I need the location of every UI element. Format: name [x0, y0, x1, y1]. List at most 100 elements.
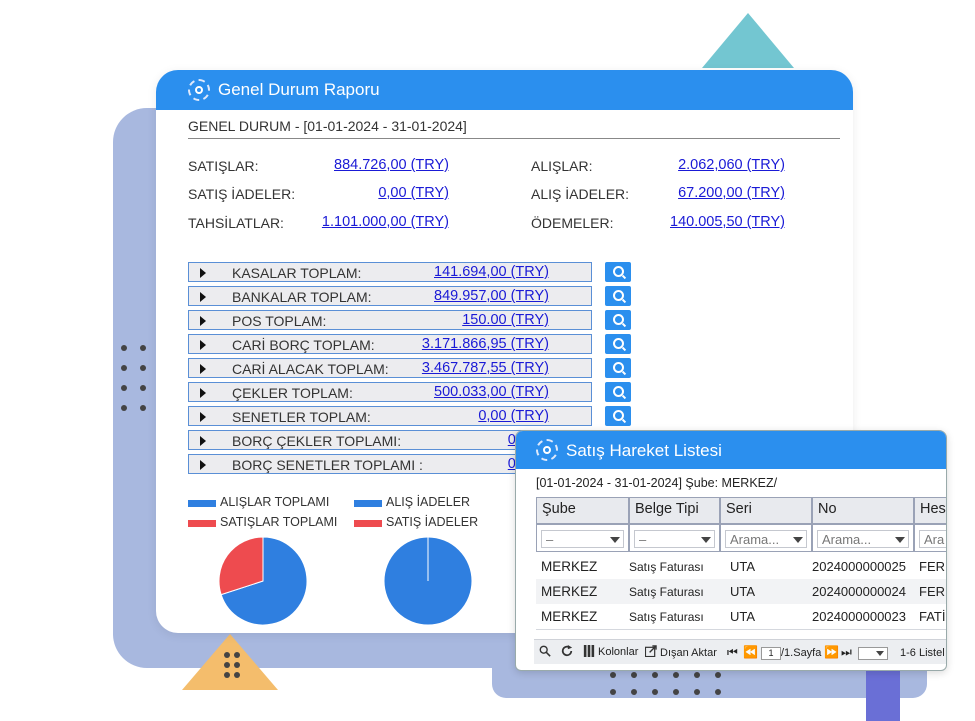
totals-row-value-link[interactable]: 849.957,00 (TRY) — [434, 288, 549, 304]
export-button-label[interactable]: Dışan Aktar — [660, 647, 717, 659]
totals-row-label: BORÇ ÇEKLER TOPLAMI: — [232, 433, 402, 449]
decorative-dot — [652, 672, 658, 678]
first-page-icon[interactable]: ⏮ — [727, 645, 738, 660]
totals-row-value-link[interactable]: 3.467.787,55 (TRY) — [422, 360, 549, 376]
cell-account: FER — [919, 559, 945, 574]
totals-row-label: POS TOPLAM: — [232, 313, 327, 329]
legend-swatch-purchase-returns — [354, 500, 382, 507]
totals-row-value-link[interactable]: 141.694,00 (TRY) — [434, 264, 549, 280]
decorative-dot — [224, 652, 230, 658]
search-button[interactable] — [605, 286, 631, 306]
totals-row-label: KASALAR TOPLAM: — [232, 265, 362, 281]
decorative-dot — [224, 662, 230, 668]
search-button[interactable] — [605, 406, 631, 426]
columns-button-label[interactable]: Kolonlar — [598, 646, 638, 658]
cell-document-type: Satış Faturası — [629, 560, 704, 574]
totals-row-current-debt[interactable]: CARİ BORÇ TOPLAM: 3.171.866,95 (TRY) — [188, 334, 592, 354]
expand-arrow-icon[interactable] — [200, 364, 206, 374]
purchase-returns-value-link[interactable]: 67.200,00 (TRY) — [678, 185, 785, 201]
totals-row-label: CARİ BORÇ TOPLAM: — [232, 337, 375, 353]
page-size-select[interactable] — [858, 647, 888, 660]
decorative-dot — [121, 365, 127, 371]
column-header-number[interactable]: No — [812, 497, 914, 524]
account-filter-select[interactable]: Ara — [919, 530, 946, 548]
filter-value: – — [546, 532, 554, 547]
legend-label-sales-returns: SATIŞ İADELER — [386, 515, 479, 529]
chevron-down-icon — [701, 537, 711, 543]
cell-branch: MERKEZ — [541, 609, 598, 624]
purchases-value-link[interactable]: 2.062,060 (TRY) — [678, 157, 785, 173]
totals-row-value-link[interactable]: 500.033,00 (TRY) — [434, 384, 549, 400]
filter-value: – — [639, 532, 647, 547]
decorative-dot — [610, 689, 616, 695]
expand-arrow-icon[interactable] — [200, 436, 206, 446]
sales-label: SATIŞLAR: — [188, 158, 259, 174]
decorative-dot — [121, 385, 127, 391]
filter-cell: Ara — [914, 524, 946, 552]
column-header-branch[interactable]: Şube — [536, 497, 629, 524]
column-header-document-type[interactable]: Belge Tipi — [629, 497, 720, 524]
cell-account: FATİ — [919, 609, 946, 624]
collections-value-link[interactable]: 1.101.000,00 (TRY) — [322, 214, 449, 230]
search-button[interactable] — [605, 382, 631, 402]
sales-movement-list-window: Satış Hareket Listesi [01-01-2024 - 31-0… — [515, 430, 947, 671]
column-header-account[interactable]: Hes — [914, 497, 946, 524]
expand-arrow-icon[interactable] — [200, 340, 206, 350]
totals-row-notes[interactable]: SENETLER TOPLAM: 0,00 (TRY) — [188, 406, 592, 426]
totals-row-cheques[interactable]: ÇEKLER TOPLAM: 500.033,00 (TRY) — [188, 382, 592, 402]
totals-row-value-link[interactable]: 150.00 (TRY) — [462, 312, 549, 328]
search-button[interactable] — [605, 310, 631, 330]
series-filter-select[interactable]: Arama... — [725, 530, 807, 548]
legend-swatch-purchases-total — [188, 500, 216, 507]
search-button[interactable] — [605, 262, 631, 282]
next-page-icon[interactable]: ⏩ — [824, 645, 839, 659]
purchases-label: ALIŞLAR: — [531, 158, 593, 174]
page-number-input[interactable]: 1 — [761, 647, 781, 660]
search-icon — [613, 410, 624, 421]
decorative-dot — [234, 672, 240, 678]
sales-returns-value-link[interactable]: 0,00 (TRY) — [378, 185, 449, 201]
purchases-vs-sales-pie-chart — [218, 536, 308, 626]
decorative-dot — [234, 652, 240, 658]
totals-row-value-link[interactable]: 3.171.866,95 (TRY) — [422, 336, 549, 352]
expand-arrow-icon[interactable] — [200, 460, 206, 470]
expand-arrow-icon[interactable] — [200, 316, 206, 326]
branch-filter-select[interactable]: – — [541, 530, 624, 548]
expand-arrow-icon[interactable] — [200, 412, 206, 422]
payments-value-link[interactable]: 140.005,50 (TRY) — [670, 214, 785, 230]
sales-value-link[interactable]: 884.726,00 (TRY) — [334, 157, 449, 173]
chevron-down-icon — [793, 537, 803, 543]
filter-value: Arama... — [822, 532, 872, 547]
totals-row-label: BORÇ SENETLER TOPLAMI : — [232, 457, 423, 473]
previous-page-icon[interactable]: ⏪ — [743, 645, 758, 659]
totals-row-cash[interactable]: KASALAR TOPLAM: 141.694,00 (TRY) — [188, 262, 592, 282]
search-icon — [613, 362, 624, 373]
search-button[interactable] — [605, 358, 631, 378]
last-page-icon[interactable]: ⏭ — [841, 645, 852, 660]
refresh-icon[interactable] — [561, 645, 573, 657]
decorative-dot — [121, 405, 127, 411]
expand-arrow-icon[interactable] — [200, 268, 206, 278]
decorative-dot — [140, 345, 146, 351]
export-icon[interactable] — [645, 645, 657, 657]
cell-branch: MERKEZ — [541, 559, 598, 574]
cell-document-type: Satış Faturası — [629, 585, 704, 599]
filter-cell: – — [536, 524, 629, 552]
columns-icon[interactable] — [583, 645, 595, 657]
document-type-filter-select[interactable]: – — [634, 530, 715, 548]
totals-row-pos[interactable]: POS TOPLAM: 150.00 (TRY) — [188, 310, 592, 330]
expand-arrow-icon[interactable] — [200, 388, 206, 398]
legend-label-purchase-returns: ALIŞ İADELER — [386, 495, 471, 509]
search-icon[interactable] — [539, 645, 551, 657]
report-title: Genel Durum Raporu — [218, 80, 380, 99]
search-icon — [613, 314, 624, 325]
totals-row-current-receivable[interactable]: CARİ ALACAK TOPLAM: 3.467.787,55 (TRY) — [188, 358, 592, 378]
column-header-series[interactable]: Seri — [720, 497, 812, 524]
expand-arrow-icon[interactable] — [200, 292, 206, 302]
search-button[interactable] — [605, 334, 631, 354]
sales-returns-label: SATIŞ İADELER: — [188, 186, 296, 202]
cell-document-type: Satış Faturası — [629, 610, 704, 624]
number-filter-select[interactable]: Arama... — [817, 530, 909, 548]
totals-row-banks[interactable]: BANKALAR TOPLAM: 849.957,00 (TRY) — [188, 286, 592, 306]
totals-row-value-link[interactable]: 0,00 (TRY) — [478, 408, 549, 424]
